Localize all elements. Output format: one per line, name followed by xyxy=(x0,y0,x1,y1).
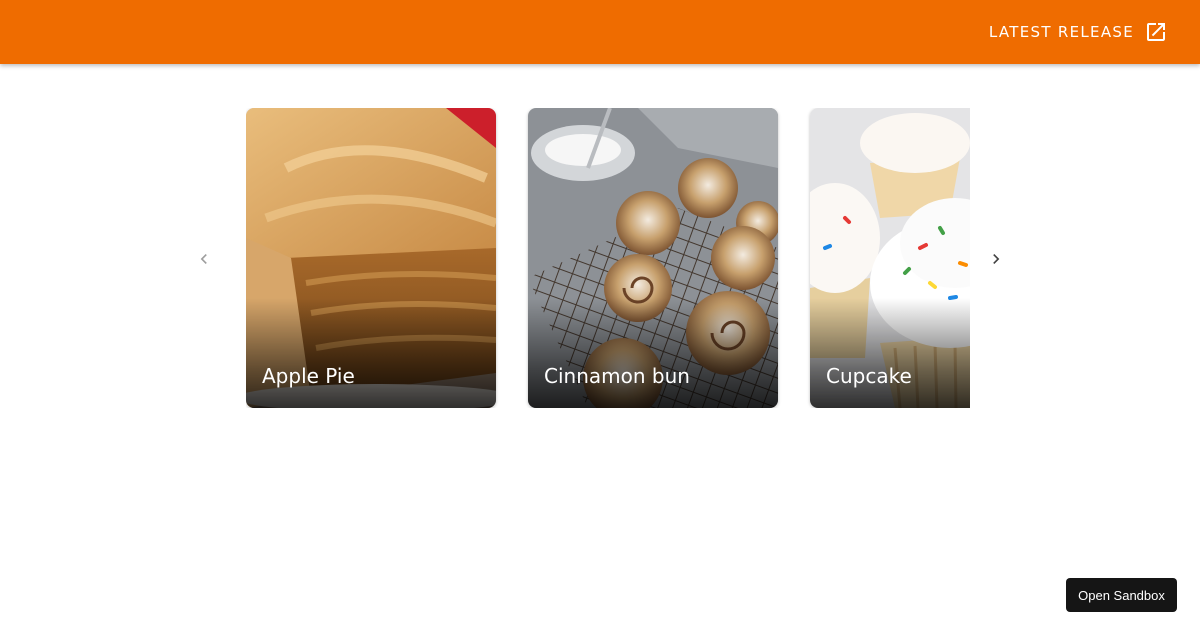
card-title: Cinnamon bun xyxy=(544,364,690,388)
open-in-new-icon xyxy=(1147,23,1165,41)
carousel-prev-button[interactable] xyxy=(190,245,218,273)
card-cupcake[interactable]: Cupcake xyxy=(810,108,970,408)
latest-release-label: LATEST RELEASE xyxy=(988,23,1134,41)
chevron-left-icon xyxy=(200,254,207,264)
card-apple-pie[interactable]: Apple Pie xyxy=(246,108,496,408)
dessert-carousel: Apple Pie Cinnamon bun Cupcake xyxy=(190,108,1010,408)
open-sandbox-button[interactable]: Open Sandbox xyxy=(1066,578,1177,612)
card-cinnamon-bun[interactable]: Cinnamon bun xyxy=(528,108,778,408)
carousel-next-button[interactable] xyxy=(982,245,1010,273)
carousel-viewport: Apple Pie Cinnamon bun Cupcake xyxy=(246,108,970,408)
latest-release-link[interactable]: LATEST RELEASE xyxy=(989,19,1168,45)
card-title: Apple Pie xyxy=(262,364,355,388)
chevron-right-icon xyxy=(993,254,1000,264)
top-app-bar: LATEST RELEASE xyxy=(0,0,1200,64)
card-title: Cupcake xyxy=(826,364,912,388)
